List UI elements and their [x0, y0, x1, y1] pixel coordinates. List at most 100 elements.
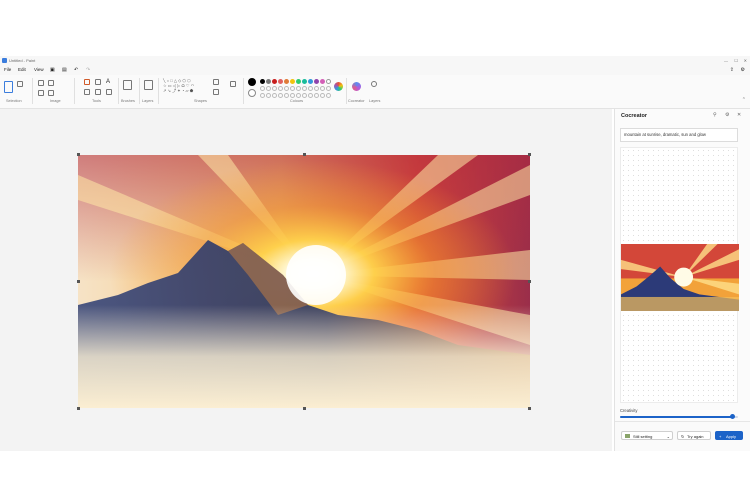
empty-color-slot[interactable] [290, 86, 295, 91]
share-icon[interactable]: ⇪ [730, 65, 734, 75]
empty-color-slot[interactable] [302, 93, 307, 98]
empty-color-slot[interactable] [284, 86, 289, 91]
primary-color-swatch[interactable] [248, 78, 256, 86]
minimize-icon[interactable]: — [724, 56, 728, 65]
eraser-icon[interactable] [84, 89, 90, 95]
secondary-color-swatch[interactable] [248, 89, 256, 97]
redo-icon[interactable]: ↷ [86, 65, 90, 75]
save-icon[interactable]: ▣ [50, 65, 55, 75]
color-swatch[interactable] [326, 79, 331, 84]
magnifier-icon[interactable] [106, 89, 112, 95]
page-background [0, 451, 750, 500]
fill-shape-icon[interactable] [213, 89, 219, 95]
crop-icon[interactable] [38, 80, 44, 86]
style-dropdown[interactable]: Still setting ⌄ [621, 431, 673, 440]
empty-color-slot[interactable] [326, 86, 331, 91]
outline-icon[interactable] [213, 79, 219, 85]
resize-handle-top-right[interactable] [528, 153, 531, 156]
try-again-label: Try again [687, 434, 704, 439]
empty-color-slot[interactable] [260, 93, 265, 98]
empty-color-slot[interactable] [290, 93, 295, 98]
gear-icon[interactable]: ⚙ [725, 112, 729, 118]
shapes-gallery[interactable]: ╲○□△◇⬠⬡ ☆▭◁▷⬭♡◠ ↗↘⤴✦◔▱⬟ [163, 78, 209, 98]
layers-panel-icon[interactable] [371, 81, 377, 87]
color-swatch[interactable] [302, 79, 307, 84]
resize-handle-bottom-right[interactable] [528, 407, 531, 410]
close-icon[interactable]: ✕ [737, 112, 741, 118]
sunrise-mountain-image [78, 155, 530, 408]
rotate-selection-icon[interactable] [17, 81, 23, 87]
empty-color-slot[interactable] [314, 93, 319, 98]
try-again-button[interactable]: ↻ Try again [677, 431, 711, 440]
color-swatch[interactable] [272, 79, 277, 84]
edit-colors-icon[interactable] [334, 82, 343, 91]
color-swatch[interactable] [284, 79, 289, 84]
color-swatch[interactable] [296, 79, 301, 84]
empty-color-slot[interactable] [308, 93, 313, 98]
empty-color-slot[interactable] [272, 86, 277, 91]
menu-file[interactable]: File [4, 65, 11, 75]
prompt-input[interactable]: mountain at sunrise, dramatic, sun and g… [620, 128, 738, 142]
resize-handle-bottom[interactable] [303, 407, 306, 410]
layers-icon[interactable] [144, 80, 153, 90]
resize-handle-top-left[interactable] [77, 153, 80, 156]
resize-handle-right[interactable] [528, 280, 531, 283]
undo-icon[interactable]: ↶ [74, 65, 78, 75]
text-tool-icon[interactable]: A [106, 79, 110, 85]
color-picker-icon[interactable] [95, 89, 101, 95]
pin-icon[interactable]: ⚲ [713, 112, 717, 118]
color-swatch[interactable] [290, 79, 295, 84]
pencil-icon[interactable] [84, 79, 90, 85]
empty-color-slot[interactable] [326, 93, 331, 98]
ribbon-toolbar: Selection Image A Tools Brushes Layers ╲… [0, 75, 750, 109]
color-swatch[interactable] [278, 79, 283, 84]
color-swatch[interactable] [308, 79, 313, 84]
empty-color-slot[interactable] [302, 86, 307, 91]
empty-color-slot[interactable] [320, 93, 325, 98]
resize-handle-left[interactable] [77, 280, 80, 283]
resize-handle-bottom-left[interactable] [77, 407, 80, 410]
settings-icon[interactable]: ⚙ [741, 65, 745, 75]
maximize-icon[interactable]: ☐ [734, 56, 738, 65]
close-window-icon[interactable]: ✕ [744, 56, 747, 65]
style-dropdown-label: Still setting [633, 434, 653, 439]
empty-color-slot[interactable] [320, 86, 325, 91]
brushes-icon[interactable] [123, 80, 132, 90]
rotate-icon[interactable] [38, 90, 44, 96]
title-bar: Untitled - Paint — ☐ ✕ [0, 56, 750, 65]
empty-color-slot[interactable] [278, 93, 283, 98]
cocreator-icon[interactable] [352, 82, 361, 91]
flip-icon[interactable] [48, 90, 54, 96]
menu-bar: File Edit View ▣ ▤ ↶ ↷ ⇪ ⚙ [0, 65, 750, 75]
empty-color-slot[interactable] [266, 86, 271, 91]
color-swatch[interactable] [266, 79, 271, 84]
empty-color-slot[interactable] [260, 86, 265, 91]
empty-color-slot[interactable] [296, 86, 301, 91]
color-swatch[interactable] [320, 79, 325, 84]
fill-icon[interactable] [95, 79, 101, 85]
empty-color-slot[interactable] [314, 86, 319, 91]
empty-color-slot[interactable] [272, 93, 277, 98]
empty-color-slot[interactable] [308, 86, 313, 91]
menu-edit[interactable]: Edit [18, 65, 26, 75]
panel-actions: Still setting ⌄ ↻ Try again + Apply [615, 421, 750, 452]
shape-options-icon[interactable] [230, 81, 236, 87]
empty-color-slot[interactable] [266, 93, 271, 98]
empty-color-slot[interactable] [284, 93, 289, 98]
open-icon[interactable]: ▤ [62, 65, 67, 75]
apply-button[interactable]: + Apply [715, 431, 743, 440]
generated-thumbnail[interactable] [621, 244, 739, 311]
empty-color-slot[interactable] [296, 93, 301, 98]
empty-color-slot[interactable] [278, 86, 283, 91]
canvas-image[interactable] [78, 155, 530, 408]
creativity-slider-thumb[interactable] [729, 414, 735, 419]
group-label-colours: Colours [290, 99, 304, 103]
menu-view[interactable]: View [34, 65, 44, 75]
selection-tool-icon[interactable] [4, 81, 13, 93]
collapse-ribbon-icon[interactable]: ⌃ [742, 97, 746, 103]
color-swatch[interactable] [314, 79, 319, 84]
color-swatch[interactable] [260, 79, 265, 84]
resize-handle-top[interactable] [303, 153, 306, 156]
creativity-slider-track[interactable] [620, 416, 738, 418]
resize-icon[interactable] [48, 80, 54, 86]
